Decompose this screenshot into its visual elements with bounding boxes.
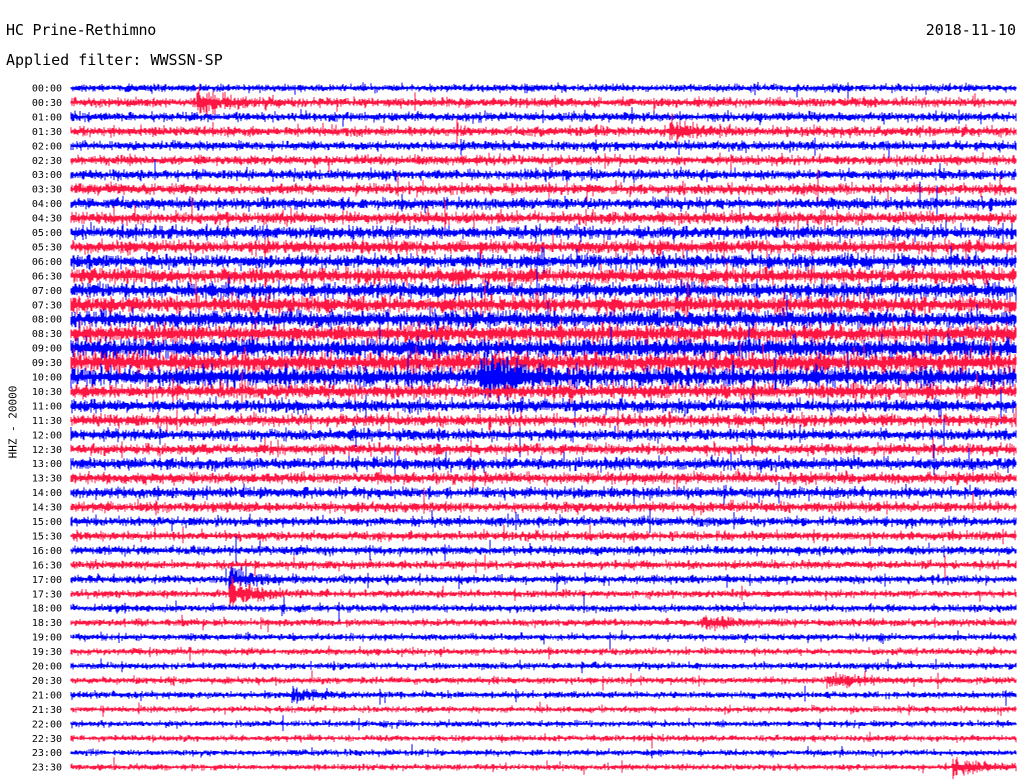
trace-1900	[70, 630, 1017, 651]
trace-2000	[70, 658, 1017, 674]
time-tick-labels: 00:00 00:30 01:00 01:30 02:00 02:30 03:00 03:30…	[32, 84, 62, 774]
time-tick-label: 23:00	[32, 748, 62, 759]
time-tick-label: 02:00	[32, 141, 62, 152]
time-tick-label: 11:00	[32, 401, 62, 412]
time-tick-label: 15:00	[32, 517, 62, 528]
trace-1700	[70, 566, 1017, 591]
time-tick-label: 06:30	[32, 271, 62, 282]
trace-2130	[70, 701, 1017, 717]
time-tick-label: 09:30	[32, 358, 62, 369]
time-tick-label: 00:00	[32, 84, 62, 95]
time-tick-label: 08:30	[32, 329, 62, 340]
time-tick-label: 20:00	[32, 662, 62, 673]
trace-1930	[70, 645, 1017, 661]
time-tick-label: 21:30	[32, 705, 62, 716]
time-tick-label: 05:30	[32, 242, 62, 253]
time-tick-label: 19:00	[32, 633, 62, 644]
time-tick-label: 03:30	[32, 185, 62, 196]
time-tick-label: 07:00	[32, 286, 62, 297]
time-tick-label: 17:30	[32, 589, 62, 600]
trace-2030	[70, 670, 1017, 691]
time-tick-label: 20:30	[32, 676, 62, 687]
time-tick-label: 15:30	[32, 531, 62, 542]
time-tick-label: 14:30	[32, 503, 62, 514]
time-tick-label: 05:00	[32, 228, 62, 239]
time-tick-label: 23:30	[32, 763, 62, 774]
time-tick-label: 03:00	[32, 170, 62, 181]
trace-group	[70, 81, 1017, 779]
helicorder-plot: 00:00 00:30 01:00 01:30 02:00 02:30 03:00 03:30…	[32, 81, 1017, 779]
trace-1830	[70, 614, 1017, 633]
time-tick-label: 21:00	[32, 690, 62, 701]
trace-1800	[70, 594, 1017, 622]
time-tick-label: 06:00	[32, 257, 62, 268]
time-tick-label: 02:30	[32, 156, 62, 167]
time-tick-label: 22:30	[32, 734, 62, 745]
time-tick-label: 16:30	[32, 560, 62, 571]
time-tick-label: 16:00	[32, 546, 62, 557]
time-tick-label: 18:00	[32, 604, 62, 615]
trace-1530	[70, 524, 1017, 546]
time-tick-label: 13:00	[32, 459, 62, 470]
time-tick-label: 18:30	[32, 618, 62, 629]
time-tick-label: 13:30	[32, 474, 62, 485]
trace-2330	[70, 757, 1017, 779]
time-tick-label: 00:30	[32, 98, 62, 109]
trace-1330	[70, 467, 1017, 490]
time-tick-label: 04:30	[32, 214, 62, 225]
time-tick-label: 07:30	[32, 300, 62, 311]
trace-2300	[70, 744, 1017, 759]
time-tick-label: 12:30	[32, 445, 62, 456]
time-tick-label: 04:00	[32, 199, 62, 210]
time-tick-label: 22:00	[32, 719, 62, 730]
time-tick-label: 10:30	[32, 387, 62, 398]
time-tick-label: 10:00	[32, 373, 62, 384]
trace-2200	[70, 715, 1017, 731]
time-tick-label: 17:00	[32, 575, 62, 586]
time-tick-label: 19:30	[32, 647, 62, 658]
time-tick-label: 01:00	[32, 112, 62, 123]
time-tick-label: 08:00	[32, 315, 62, 326]
time-tick-label: 12:00	[32, 430, 62, 441]
time-tick-label: 09:00	[32, 344, 62, 355]
time-tick-label: 11:30	[32, 416, 62, 427]
time-tick-label: 14:00	[32, 488, 62, 499]
time-tick-label: 01:30	[32, 127, 62, 138]
trace-2100	[70, 685, 1017, 706]
trace-2230	[70, 731, 1017, 749]
